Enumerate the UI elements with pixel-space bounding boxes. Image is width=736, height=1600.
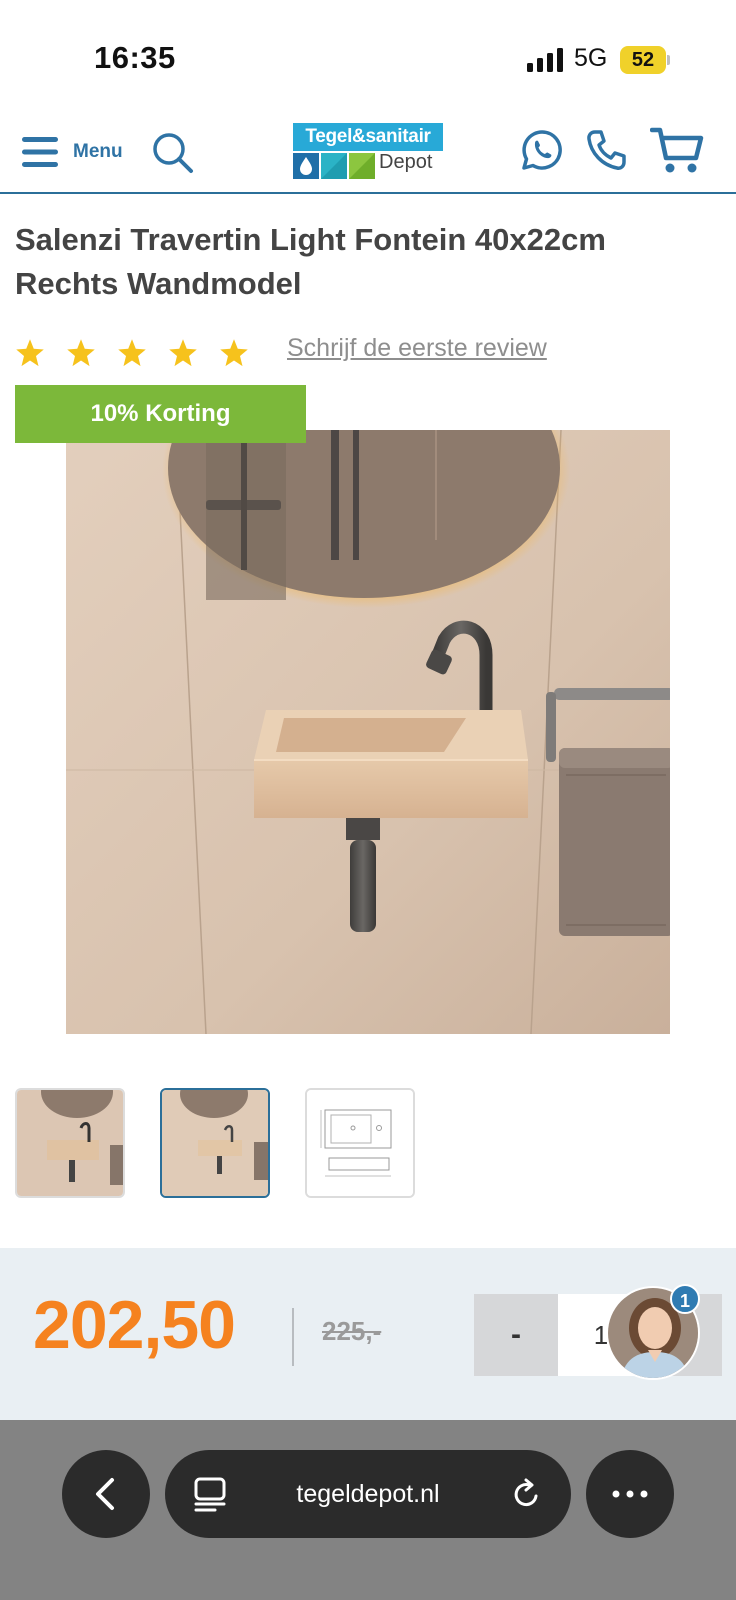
star-icon (169, 339, 197, 367)
menu-button[interactable]: Menu (20, 132, 123, 172)
chevron-left-icon (96, 1478, 114, 1510)
back-button[interactable] (62, 1450, 150, 1538)
price-bar: 202,50 225,- - 1 1 (0, 1248, 736, 1420)
site-logo[interactable]: Tegel&sanitair Depot (293, 123, 443, 181)
discount-badge: 10% Korting (15, 385, 306, 443)
whatsapp-icon[interactable] (520, 128, 564, 172)
logo-top-text: Tegel&sanitair (293, 123, 443, 151)
thumbnail-1[interactable] (15, 1088, 125, 1198)
old-price: 225,- (322, 1316, 382, 1346)
logo-tile-teal (321, 153, 347, 179)
logo-sub-text: Depot (379, 151, 433, 173)
star-rating[interactable] (15, 338, 270, 368)
search-icon[interactable] (152, 132, 194, 174)
cart-icon[interactable] (650, 126, 704, 176)
more-options-button[interactable] (586, 1450, 674, 1538)
price-divider (292, 1308, 294, 1366)
battery-level: 52 (631, 49, 655, 71)
write-review-link[interactable]: Schrijf de eerste review (287, 334, 547, 363)
site-header: Menu Tegel&sanitair Depot (0, 118, 736, 194)
phone-icon[interactable] (585, 128, 627, 172)
browser-toolbar: tegeldepot.nl (0, 1420, 736, 1600)
logo-tile-green (349, 153, 375, 179)
status-bar: 16:35 5G 52 (0, 0, 736, 110)
star-icon (16, 339, 44, 367)
product-photo (66, 430, 670, 1034)
reload-icon[interactable] (511, 1478, 543, 1510)
battery-icon: 52 (620, 46, 670, 74)
product-image[interactable] (66, 430, 670, 1034)
status-time: 16:35 (94, 40, 176, 75)
star-icon (118, 339, 146, 367)
menu-label: Menu (73, 141, 123, 162)
quantity-decrease-button[interactable]: - (474, 1294, 558, 1376)
logo-drop-tile (293, 153, 319, 179)
signal-icon (527, 48, 563, 72)
current-price: 202,50 (33, 1287, 236, 1363)
address-bar[interactable]: tegeldepot.nl (165, 1450, 571, 1538)
thumbnail-2[interactable] (160, 1088, 270, 1198)
product-title: Salenzi Travertin Light Fontein 40x22cm … (15, 222, 606, 301)
star-icon (67, 339, 95, 367)
thumbnail-3[interactable] (305, 1088, 415, 1198)
star-icon (220, 339, 248, 367)
menu-icon (22, 137, 58, 167)
chat-notification-badge: 1 (670, 1284, 700, 1314)
ellipsis-icon (612, 1490, 648, 1498)
network-type: 5G (574, 44, 608, 72)
